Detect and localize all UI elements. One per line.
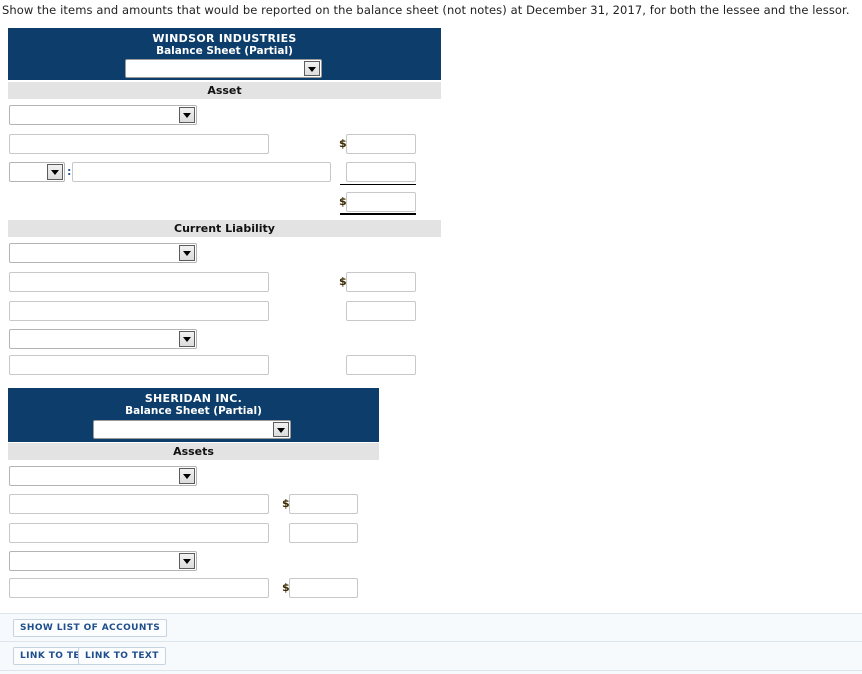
sheridan-date-select[interactable]: [93, 420, 291, 439]
windsor-liability-band: Current Liability: [8, 220, 441, 237]
windsor-liability-account-select-1[interactable]: [9, 243, 197, 263]
windsor-date-select[interactable]: [125, 59, 322, 78]
windsor-liability-label-input-2[interactable]: [9, 301, 269, 321]
question-prompt: Show the items and amounts that would be…: [2, 3, 850, 17]
windsor-asset-amount-input-2[interactable]: [346, 162, 416, 182]
sheridan-asset-amount-input-3[interactable]: [289, 578, 358, 598]
chevron-down-icon[interactable]: [273, 422, 289, 437]
chevron-down-icon[interactable]: [179, 553, 195, 569]
windsor-liability-amount-input-1[interactable]: [346, 272, 416, 292]
sheridan-asset-amount-input-2[interactable]: [289, 523, 358, 543]
windsor-liability-amount-input-2[interactable]: [346, 301, 416, 321]
windsor-liability-label-input-3[interactable]: [9, 355, 269, 375]
windsor-liability-label-input-1[interactable]: [9, 272, 269, 292]
sheridan-asset-amount-input-1[interactable]: [289, 494, 358, 514]
windsor-asset-subtotal-rule: [340, 184, 416, 185]
sheridan-asset-account-select-2[interactable]: [9, 551, 197, 571]
chevron-down-icon[interactable]: [304, 61, 320, 76]
windsor-asset-amount-input-1[interactable]: [346, 134, 416, 154]
windsor-asset-label-input-1[interactable]: [9, 134, 269, 154]
windsor-asset-band: Asset: [8, 82, 441, 99]
windsor-liability-account-select-2[interactable]: [9, 329, 197, 349]
chevron-down-icon[interactable]: [179, 245, 195, 261]
sheridan-asset-label-input-2[interactable]: [9, 523, 269, 543]
chevron-down-icon[interactable]: [179, 331, 195, 347]
sheridan-assets-band: Assets: [8, 443, 379, 460]
windsor-asset-total-input[interactable]: [346, 192, 416, 212]
windsor-liability-amount-input-3[interactable]: [346, 355, 416, 375]
footer-divider-bottom: [0, 670, 862, 671]
footer-divider-top: [0, 613, 862, 614]
sheridan-asset-label-input-3[interactable]: [9, 578, 269, 598]
sheridan-asset-account-select-1[interactable]: [9, 466, 197, 486]
sheridan-asset-label-input-1[interactable]: [9, 494, 269, 514]
show-list-of-accounts-button[interactable]: SHOW LIST OF ACCOUNTS: [13, 619, 168, 637]
windsor-asset-colon: :: [67, 165, 72, 178]
windsor-asset-prefix-select[interactable]: [9, 162, 65, 182]
chevron-down-icon[interactable]: [179, 468, 195, 484]
link-to-text-button-2[interactable]: LINK TO TEXT: [78, 647, 166, 665]
chevron-down-icon[interactable]: [179, 107, 195, 123]
windsor-asset-label-input-2[interactable]: [72, 162, 331, 182]
windsor-statement-subtitle: Balance Sheet (Partial): [156, 45, 293, 57]
windsor-company-name: WINDSOR INDUSTRIES: [152, 32, 297, 45]
footer-divider-middle: [0, 641, 862, 642]
chevron-down-icon[interactable]: [47, 164, 63, 180]
sheridan-company-name: SHERIDAN INC.: [144, 392, 243, 405]
windsor-asset-total-rule: [340, 213, 416, 215]
sheridan-statement-subtitle: Balance Sheet (Partial): [125, 405, 262, 417]
windsor-asset-account-select-1[interactable]: [9, 105, 197, 125]
